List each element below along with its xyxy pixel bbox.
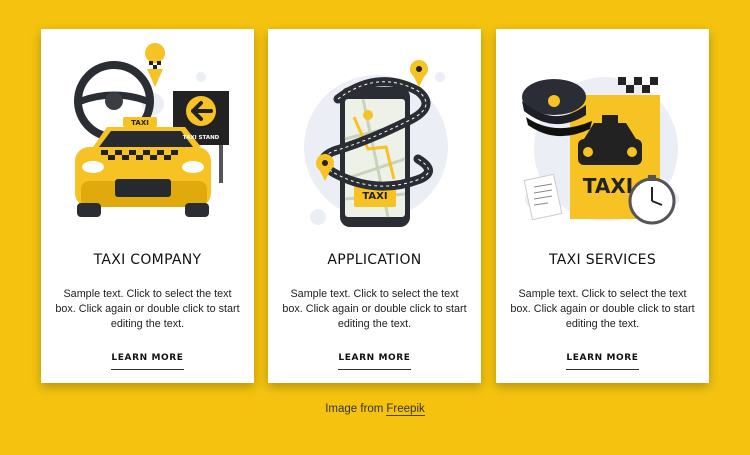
credit-prefix: Image from	[325, 403, 384, 415]
phone-map-illustration: TAXI	[268, 29, 481, 234]
card-text[interactable]: Sample text. Click to select the text bo…	[280, 287, 469, 331]
card-title: TAXI SERVICES	[548, 252, 657, 268]
taxi-stand-sign-text: TAXI STAND	[183, 135, 220, 141]
freepik-link[interactable]: Freepik	[386, 403, 425, 416]
learn-more-link[interactable]: LEARN MORE	[566, 353, 639, 370]
taxi-services-illustration: TAXI	[496, 29, 709, 234]
badge-text: TAXI	[583, 174, 633, 198]
card-text[interactable]: Sample text. Click to select the text bo…	[53, 287, 242, 331]
card-taxi-services: TAXI TAXI SERVICES Sample text. Click to…	[496, 29, 709, 383]
learn-more-link[interactable]: LEARN MORE	[111, 353, 184, 370]
card-title: APPLICATION	[327, 252, 422, 268]
learn-more-link[interactable]: LEARN MORE	[338, 353, 411, 370]
card-application: TAXI APPLICATION Sample text. Click to s…	[268, 29, 481, 383]
card-title: TAXI COMPANY	[93, 252, 202, 268]
taxi-car-illustration: TAXI TAXI STAND	[41, 29, 254, 234]
image-credit: Image from Freepik	[0, 403, 750, 416]
phone-screen-text: TAXI	[362, 191, 387, 202]
card-taxi-company: TAXI TAXI STAND TAXI COMPANY Sample text…	[41, 29, 254, 383]
card-text[interactable]: Sample text. Click to select the text bo…	[508, 287, 697, 331]
cards-row: TAXI TAXI STAND TAXI COMPANY Sample text…	[41, 29, 709, 383]
roof-sign-text: TAXI	[131, 119, 149, 127]
